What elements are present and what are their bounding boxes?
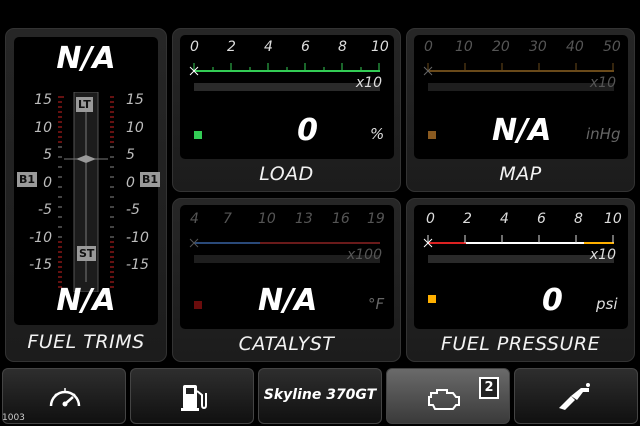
map-unit: inHg xyxy=(586,125,621,143)
load-caption: LOAD xyxy=(259,163,314,185)
fuel-pressure-display: 0 2 4 6 8 10 x10 0 psi xyxy=(414,205,628,329)
fuel-pressure-panel[interactable]: 0 2 4 6 8 10 x10 0 psi FUEL PRESSURE xyxy=(406,198,635,362)
map-caption: MAP xyxy=(499,163,542,185)
fuel-trims-caption: FUEL TRIMS xyxy=(27,331,145,353)
fuel-pressure-bar-track xyxy=(428,255,614,263)
bank-right-label: B1 xyxy=(140,172,161,187)
engine-code-badge: 2 xyxy=(479,377,499,399)
fuel-nozzle-icon xyxy=(559,383,590,410)
map-panel[interactable]: 0 10 20 30 40 50 x10 N/A inHg MAP xyxy=(406,28,635,192)
catalyst-color-indicator xyxy=(194,301,202,309)
load-bar-track xyxy=(194,83,380,91)
fuel-pump-icon xyxy=(181,385,207,411)
load-value: 0 xyxy=(297,113,318,148)
fuel-trim-gauge xyxy=(58,92,114,292)
bottom-tab-bar: Skyline 370GT 2 xyxy=(0,368,640,426)
speedometer-icon xyxy=(49,388,81,407)
fuel-trims-lt-value: N/A xyxy=(56,41,116,76)
catalyst-multiplier: x100 xyxy=(346,247,382,263)
fuel-pressure-multiplier: x10 xyxy=(589,247,616,263)
vehicle-name-label: Skyline 370GT xyxy=(263,387,377,403)
tab-engine[interactable]: 2 xyxy=(386,368,510,424)
load-multiplier: x10 xyxy=(355,75,382,91)
fuel-trims-panel[interactable]: N/A 15 10 5 0 -5 -10 -15 15 10 5 0 -5 -1… xyxy=(5,28,167,362)
tab-fuel[interactable] xyxy=(130,368,254,424)
bank-left-label: B1 xyxy=(17,172,38,187)
fuel-pressure-value: 0 xyxy=(542,283,563,318)
map-multiplier: x10 xyxy=(589,75,616,91)
st-label: ST xyxy=(77,246,97,261)
catalyst-panel[interactable]: 4 7 10 13 16 19 x100 N/A °F CATALYST xyxy=(172,198,401,362)
load-color-indicator xyxy=(194,131,202,139)
catalyst-display: 4 7 10 13 16 19 x100 N/A °F xyxy=(180,205,394,329)
fuel-trims-st-value: N/A xyxy=(56,283,116,318)
load-unit: % xyxy=(370,125,385,143)
corner-label: 1003 xyxy=(2,413,25,423)
fuel-pressure-color-indicator xyxy=(428,295,436,303)
map-color-indicator xyxy=(428,131,436,139)
check-engine-icon xyxy=(428,389,460,410)
load-display: 0 2 4 6 8 10 x10 0 % xyxy=(180,35,394,159)
map-display: 0 10 20 30 40 50 x10 N/A inHg xyxy=(414,35,628,159)
map-value: N/A xyxy=(492,113,552,148)
catalyst-value: N/A xyxy=(258,283,318,318)
lt-label: LT xyxy=(76,97,93,112)
fuel-pressure-unit: psi xyxy=(596,295,618,313)
catalyst-caption: CATALYST xyxy=(238,333,335,355)
fuel-pressure-caption: FUEL PRESSURE xyxy=(440,333,601,355)
map-bar-track xyxy=(428,83,614,91)
fuel-trims-display: N/A 15 10 5 0 -5 -10 -15 15 10 5 0 -5 -1… xyxy=(14,37,161,325)
tab-vehicle[interactable]: Skyline 370GT xyxy=(258,368,382,424)
tab-fuel-nozzle[interactable] xyxy=(514,368,638,424)
catalyst-unit: °F xyxy=(368,295,385,313)
load-panel[interactable]: 0 2 4 6 8 10 x10 0 % LOAD xyxy=(172,28,401,192)
